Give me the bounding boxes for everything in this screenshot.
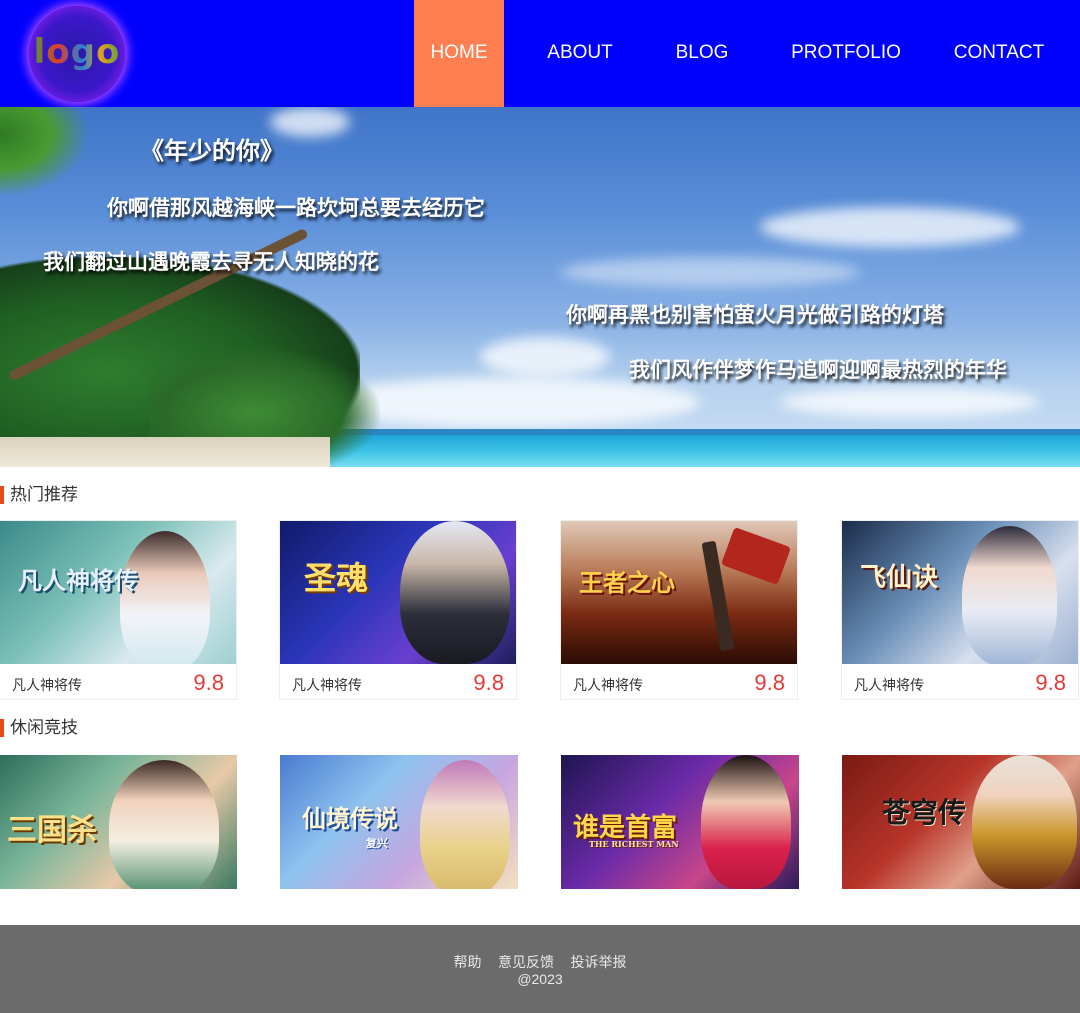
banner-art	[720, 526, 792, 586]
cloud	[560, 257, 860, 287]
game-logo: 三国杀	[7, 813, 97, 848]
section-title-text: 休闲竞技	[10, 718, 78, 738]
lyric-line: 你啊再黑也别害怕萤火月光做引路的灯塔	[566, 303, 944, 327]
footer-link-help[interactable]: 帮助	[454, 955, 482, 971]
game-score: 9.8	[193, 670, 224, 695]
game-tile[interactable]: 谁是首富 THE RICHEST MAN	[561, 755, 799, 889]
game-name: 凡人神将传	[573, 678, 643, 694]
beach-sand	[0, 437, 330, 467]
nav-portfolio[interactable]: PROTFOLIO	[780, 0, 912, 107]
character-art	[400, 521, 510, 664]
game-logo: 仙境传说	[302, 804, 398, 833]
character-art	[109, 760, 219, 889]
cloud	[780, 387, 1040, 417]
hero-banner: 《年少的你》 你啊借那风越海峡一路坎坷总要去经历它 我们翻过山遇晚霞去寻无人知晓…	[0, 107, 1080, 467]
character-art	[972, 755, 1077, 889]
lyric-line: 我们翻过山遇晚霞去寻无人知晓的花	[43, 250, 379, 274]
nav-home[interactable]: HOME	[414, 0, 504, 107]
song-title: 《年少的你》	[140, 137, 284, 165]
nav-contact[interactable]: CONTACT	[940, 0, 1058, 107]
game-score: 9.8	[1035, 670, 1066, 695]
game-thumbnail: 飞仙诀	[842, 521, 1078, 664]
logo-text: logo	[29, 32, 125, 72]
game-logo: 圣魂	[304, 559, 369, 597]
game-thumbnail: 圣魂	[280, 521, 516, 664]
site-header: logo HOME ABOUT BLOG PROTFOLIO CONTACT	[0, 0, 1080, 107]
game-logo: 王者之心	[579, 568, 675, 597]
character-art	[120, 531, 210, 664]
nav-about[interactable]: ABOUT	[530, 0, 630, 107]
game-name: 凡人神将传	[12, 678, 82, 694]
game-tile[interactable]: 苍穹传	[842, 755, 1080, 889]
site-logo[interactable]: logo	[29, 6, 125, 102]
game-name: 凡人神将传	[292, 678, 362, 694]
game-thumbnail: 王者之心	[561, 521, 797, 664]
game-card[interactable]: 圣魂 凡人神将传 9.8	[279, 520, 517, 700]
footer-link-report[interactable]: 投诉举报	[570, 955, 626, 971]
palm-leaves	[0, 107, 90, 197]
lyric-line: 你啊借那风越海峡一路坎坷总要去经历它	[107, 196, 485, 220]
site-footer: 帮助 意见反馈 投诉举报 @2023	[0, 925, 1080, 1013]
lyric-line: 我们风作伴梦作马追啊迎啊最热烈的年华	[629, 358, 1007, 382]
game-logo: 苍穹传	[882, 796, 967, 829]
game-thumbnail: 凡人神将传	[0, 521, 236, 664]
character-art	[962, 526, 1057, 664]
game-card[interactable]: 王者之心 凡人神将传 9.8	[560, 520, 798, 700]
character-art	[420, 760, 510, 889]
game-card[interactable]: 凡人神将传 凡人神将传 9.8	[0, 520, 237, 700]
game-score: 9.8	[473, 670, 504, 695]
section-marker	[0, 486, 4, 504]
game-score: 9.8	[754, 670, 785, 695]
game-tile[interactable]: 仙境传说 复兴	[280, 755, 518, 889]
section-title-text: 热门推荐	[10, 485, 78, 505]
section-title-hot: 热门推荐	[0, 484, 200, 506]
game-name: 凡人神将传	[854, 678, 924, 694]
game-card[interactable]: 飞仙诀 凡人神将传 9.8	[841, 520, 1079, 700]
game-tile[interactable]: 三国杀	[0, 755, 237, 889]
cloud	[760, 207, 1020, 247]
nav-blog[interactable]: BLOG	[657, 0, 747, 107]
cloud	[480, 337, 610, 377]
section-title-casual: 休闲竞技	[0, 717, 200, 739]
footer-link-feedback[interactable]: 意见反馈	[498, 955, 554, 971]
section-marker	[0, 719, 4, 737]
footer-links: 帮助 意见反馈 投诉举报	[0, 952, 1080, 972]
game-logo-subtitle: THE RICHEST MAN	[589, 839, 679, 849]
game-logo: 飞仙诀	[860, 563, 939, 593]
game-logo-subtitle: 复兴	[366, 837, 388, 850]
game-logo: 凡人神将传	[18, 566, 138, 595]
copyright: @2023	[517, 971, 563, 987]
character-art	[701, 755, 791, 889]
